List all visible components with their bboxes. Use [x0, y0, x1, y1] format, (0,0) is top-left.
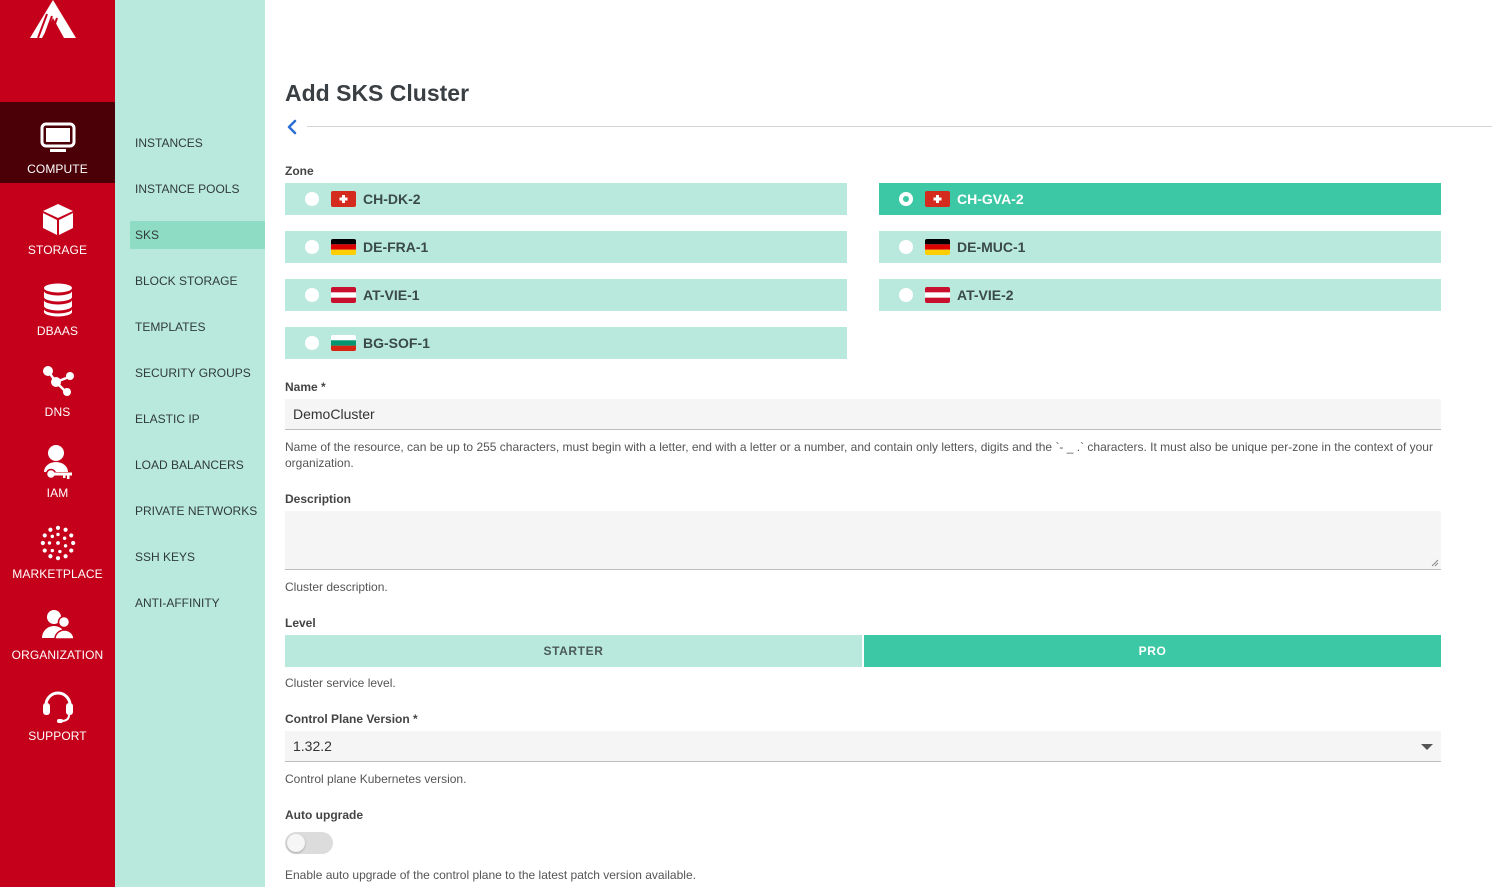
- subnav-block-storage[interactable]: BLOCK STORAGE: [130, 267, 265, 295]
- primary-sidebar: COMPUTE STORAGE DBAAS DNS IAM MARKETPLAC…: [0, 0, 115, 887]
- exoscale-logo[interactable]: [30, 0, 76, 40]
- zone-name: CH-DK-2: [363, 191, 421, 207]
- nav-dns[interactable]: DNS: [0, 345, 115, 426]
- zone-name: DE-MUC-1: [957, 239, 1026, 255]
- description-help-text: Cluster description.: [285, 580, 388, 594]
- bulgaria-flag-icon: [331, 335, 356, 351]
- page-title: Add SKS Cluster: [285, 80, 470, 106]
- zone-name: DE-FRA-1: [363, 239, 429, 255]
- chevron-left-icon[interactable]: [285, 118, 299, 136]
- subnav-instance-pools[interactable]: INSTANCE POOLS: [130, 175, 265, 203]
- zone-name: BG-SOF-1: [363, 335, 430, 351]
- nav-compute[interactable]: COMPUTE: [0, 102, 115, 183]
- monitor-icon: [40, 120, 76, 156]
- auto-upgrade-toggle[interactable]: [285, 832, 333, 854]
- control-plane-select[interactable]: 1.32.2: [285, 731, 1441, 762]
- zone-option-ch-dk-2[interactable]: CH-DK-2: [285, 183, 847, 215]
- control-plane-label: Control Plane Version *: [285, 712, 418, 726]
- zone-option-ch-gva-2[interactable]: CH-GVA-2: [879, 183, 1441, 215]
- subnav-templates[interactable]: TEMPLATES: [130, 313, 265, 341]
- radio-button[interactable]: [899, 288, 913, 302]
- nav-label: MARKETPLACE: [12, 567, 103, 581]
- zone-option-at-vie-2[interactable]: AT-VIE-2: [879, 279, 1441, 311]
- subnav-security-groups[interactable]: SECURITY GROUPS: [130, 359, 265, 387]
- level-help-text: Cluster service level.: [285, 676, 396, 690]
- switzerland-flag-icon: [331, 191, 356, 207]
- name-input[interactable]: DemoCluster: [285, 399, 1441, 430]
- austria-flag-icon: [925, 287, 950, 303]
- toggle-knob: [287, 834, 305, 852]
- zone-name: CH-GVA-2: [957, 191, 1024, 207]
- subnav-private-networks[interactable]: PRIVATE NETWORKS: [130, 497, 265, 525]
- control-plane-help-text: Control plane Kubernetes version.: [285, 772, 467, 786]
- nav-storage[interactable]: STORAGE: [0, 183, 115, 264]
- control-plane-value: 1.32.2: [293, 738, 332, 754]
- subnav-sks[interactable]: SKS: [130, 221, 265, 249]
- caret-down-icon: [1421, 744, 1433, 750]
- nav-marketplace[interactable]: MARKETPLACE: [0, 507, 115, 588]
- secondary-sidebar: INSTANCES INSTANCE POOLS SKS BLOCK STORA…: [115, 0, 265, 887]
- zone-label: Zone: [285, 164, 314, 178]
- nav-support[interactable]: SUPPORT: [0, 669, 115, 750]
- nav-label: ORGANIZATION: [11, 648, 104, 662]
- title-divider: [307, 126, 1492, 127]
- database-icon: [40, 282, 76, 318]
- description-textarea[interactable]: [285, 511, 1441, 570]
- radio-button[interactable]: [305, 192, 319, 206]
- zone-name: AT-VIE-1: [363, 287, 420, 303]
- level-label: Level: [285, 616, 316, 630]
- user-key-icon: [40, 444, 76, 480]
- box-icon: [40, 201, 76, 237]
- germany-flag-icon: [925, 239, 950, 255]
- zone-option-de-muc-1[interactable]: DE-MUC-1: [879, 231, 1441, 263]
- description-label: Description: [285, 492, 352, 506]
- germany-flag-icon: [331, 239, 356, 255]
- users-icon: [40, 606, 76, 642]
- austria-flag-icon: [331, 287, 356, 303]
- radio-button[interactable]: [305, 288, 319, 302]
- nav-label: COMPUTE: [27, 162, 88, 176]
- nav-dbaas[interactable]: DBAAS: [0, 264, 115, 345]
- nav-iam[interactable]: IAM: [0, 426, 115, 507]
- zone-option-de-fra-1[interactable]: DE-FRA-1: [285, 231, 847, 263]
- subnav-ssh-keys[interactable]: SSH KEYS: [130, 543, 265, 571]
- radio-button[interactable]: [305, 336, 319, 350]
- nav-organization[interactable]: ORGANIZATION: [0, 588, 115, 669]
- nav-label: SUPPORT: [28, 729, 87, 743]
- auto-upgrade-label: Auto upgrade: [285, 808, 363, 822]
- resize-handle-icon[interactable]: [1431, 559, 1439, 567]
- app: COMPUTE STORAGE DBAAS DNS IAM MARKETPLAC…: [0, 0, 1492, 887]
- network-icon: [40, 363, 76, 399]
- radio-button-selected[interactable]: [899, 192, 913, 206]
- radio-button[interactable]: [305, 240, 319, 254]
- nav-label: DNS: [44, 405, 71, 419]
- nav-label: IAM: [46, 486, 69, 500]
- headset-icon: [40, 687, 76, 723]
- nav-label: STORAGE: [27, 243, 88, 257]
- nav-label: DBAAS: [36, 324, 79, 338]
- dots-circle-icon: [40, 525, 76, 561]
- level-pro-button[interactable]: PRO: [864, 635, 1441, 667]
- zone-option-bg-sof-1[interactable]: BG-SOF-1: [285, 327, 847, 359]
- subnav-instances[interactable]: INSTANCES: [130, 129, 265, 157]
- zone-name: AT-VIE-2: [957, 287, 1014, 303]
- subnav-load-balancers[interactable]: LOAD BALANCERS: [130, 451, 265, 479]
- zone-option-at-vie-1[interactable]: AT-VIE-1: [285, 279, 847, 311]
- level-starter-button[interactable]: STARTER: [285, 635, 862, 667]
- auto-upgrade-help-text: Enable auto upgrade of the control plane…: [285, 868, 696, 882]
- radio-button[interactable]: [899, 240, 913, 254]
- switzerland-flag-icon: [925, 191, 950, 207]
- name-help-text: Name of the resource, can be up to 255 c…: [285, 440, 1433, 470]
- subnav-anti-affinity[interactable]: ANTI-AFFINITY: [130, 589, 265, 617]
- subnav-elastic-ip[interactable]: ELASTIC IP: [130, 405, 265, 433]
- name-label: Name *: [285, 380, 326, 394]
